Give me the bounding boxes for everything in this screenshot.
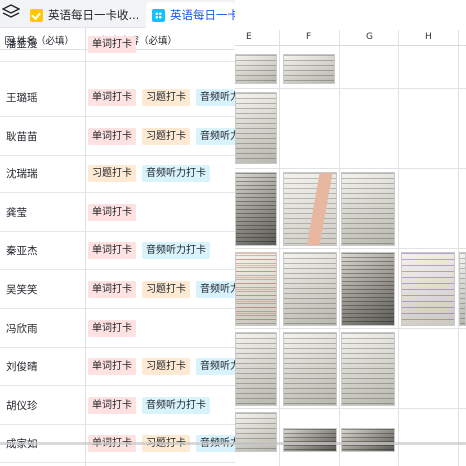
checkin-tag: 单词打卡 xyxy=(88,320,136,337)
table-row[interactable]: 刘俊晴 单词打卡习题打卡音频听力打卡 xyxy=(0,348,235,386)
checkin-tag: 单词打卡 xyxy=(88,36,136,53)
checkin-tag: 单词打卡 xyxy=(88,242,136,259)
checkin-tag: 音频听力打卡 xyxy=(142,242,210,259)
checkin-tag: 单词打卡 xyxy=(88,128,136,145)
checkin-tags-cell[interactable]: 单词打卡 xyxy=(88,36,142,53)
checkin-tag: 单词打卡 xyxy=(88,204,136,221)
checkin-photo[interactable] xyxy=(283,332,337,406)
checkin-photo[interactable] xyxy=(341,252,395,326)
name-cell[interactable]: 龚莹 xyxy=(6,205,27,220)
column-letter[interactable]: G xyxy=(366,32,373,42)
checkin-photo[interactable] xyxy=(235,172,277,246)
checkin-photo[interactable] xyxy=(341,172,395,246)
checkin-tags-cell[interactable]: 单词打卡 xyxy=(88,320,142,337)
column-letter[interactable]: F xyxy=(306,32,311,42)
checkin-tag: 习题打卡 xyxy=(88,165,136,182)
checkin-photo[interactable] xyxy=(459,252,466,326)
checkin-tags-cell[interactable]: 单词打卡习题打卡音频听力打卡 xyxy=(88,128,235,145)
tab-daily-checkin[interactable]: 英语每日一卡 xyxy=(146,2,235,28)
checkin-tags-cell[interactable]: 单词打卡 xyxy=(88,204,142,221)
grid-line xyxy=(235,168,466,169)
screen: 英语每日一卡收... 英语每日一卡 A 姓名（必填） 打卡内容（必填） 潘金漫单… xyxy=(0,0,466,466)
checkbox-icon xyxy=(30,8,43,22)
checkin-photo[interactable] xyxy=(283,54,335,84)
table-row[interactable]: 王璐瑶 单词打卡习题打卡音频听力打卡 xyxy=(0,79,235,117)
checkin-photo[interactable] xyxy=(235,412,277,452)
checkin-tag: 单词打卡 xyxy=(88,358,136,375)
checkin-tag: 音频听力打卡 xyxy=(142,397,210,414)
checkin-tags-cell[interactable]: 单词打卡习题打卡音频听力打卡 xyxy=(88,281,235,298)
checkin-tag: 习题打卡 xyxy=(142,358,190,375)
checkin-tag: 习题打卡 xyxy=(142,128,190,145)
grid-line xyxy=(235,88,466,89)
column-letter[interactable]: E xyxy=(246,32,252,42)
column-letter[interactable]: H xyxy=(425,32,432,42)
checkin-tag: 音频听力打卡 xyxy=(196,89,235,106)
tab-label: 英语每日一卡 xyxy=(170,8,235,22)
checkin-tag: 单词打卡 xyxy=(88,281,136,298)
checkin-tag: 单词打卡 xyxy=(88,89,136,106)
base-table-pane: 英语每日一卡收... 英语每日一卡 A 姓名（必填） 打卡内容（必填） 潘金漫单… xyxy=(0,0,235,466)
checkin-tag: 习题打卡 xyxy=(142,89,190,106)
checkin-photo[interactable] xyxy=(283,252,337,326)
name-cell[interactable]: 冯欣雨 xyxy=(6,321,38,336)
checkin-tag: 音频听力打卡 xyxy=(142,165,210,182)
checkin-photo[interactable] xyxy=(341,428,395,452)
checkin-tags-cell[interactable]: 习题打卡 音频听力打卡 xyxy=(88,165,216,182)
horizontal-scrollbar[interactable] xyxy=(0,442,466,445)
name-cell[interactable]: 胡仪珍 xyxy=(6,398,38,413)
checkin-photo[interactable] xyxy=(401,252,455,326)
name-cell[interactable]: 刘俊晴 xyxy=(6,359,38,374)
checkin-tags-cell[interactable]: 单词打卡 音频听力打卡 xyxy=(88,242,216,259)
tab-checkin-collection[interactable]: 英语每日一卡收... xyxy=(30,2,138,28)
tab-bar: 英语每日一卡收... 英语每日一卡 xyxy=(0,0,235,28)
table-row[interactable]: 冯欣雨 单词打卡 xyxy=(0,310,235,348)
name-cell[interactable]: 吴笑笑 xyxy=(6,282,38,297)
name-cell[interactable]: 沈瑞瑞 xyxy=(6,166,38,181)
grid-app-icon xyxy=(152,8,165,22)
table-row[interactable]: 龚莹 单词打卡 xyxy=(0,194,235,232)
spreadsheet-pane: E F G H xyxy=(235,30,466,466)
table-row[interactable]: 潘金漫 单词打卡 xyxy=(0,32,235,62)
table-row[interactable]: 沈瑞瑞 习题打卡 音频听力打卡 xyxy=(0,155,235,193)
tab-label: 英语每日一卡收... xyxy=(48,8,138,22)
checkin-tag: 音频听力打卡 xyxy=(196,358,235,375)
table-row[interactable]: 耿苗苗 单词打卡习题打卡音频听力打卡 xyxy=(0,118,235,156)
checkin-photo[interactable] xyxy=(283,428,337,452)
name-cell[interactable]: 王璐瑶 xyxy=(6,90,38,105)
checkin-photo[interactable] xyxy=(235,54,277,84)
checkin-tags-cell[interactable]: 单词打卡习题打卡音频听力打卡 xyxy=(88,358,235,375)
layers-icon[interactable] xyxy=(2,3,20,23)
checkin-photo[interactable] xyxy=(235,252,277,326)
grid-line xyxy=(235,248,466,249)
checkin-tag: 音频听力打卡 xyxy=(196,281,235,298)
table-row[interactable]: 胡仪珍 单词打卡 音频听力打卡 xyxy=(0,387,235,425)
checkin-tag: 习题打卡 xyxy=(142,281,190,298)
grid-line xyxy=(235,408,466,409)
checkin-photo[interactable] xyxy=(235,92,277,164)
checkin-photo[interactable] xyxy=(341,332,395,406)
name-cell[interactable]: 耿苗苗 xyxy=(6,129,38,144)
name-cell[interactable]: 潘金漫 xyxy=(6,36,38,51)
checkin-tag: 单词打卡 xyxy=(88,397,136,414)
checkin-tag: 音频听力打卡 xyxy=(196,128,235,145)
name-cell[interactable]: 秦亚杰 xyxy=(6,243,38,258)
checkin-photo[interactable] xyxy=(283,172,337,246)
checkin-tags-cell[interactable]: 单词打卡习题打卡音频听力打卡 xyxy=(88,89,235,106)
grid-line xyxy=(235,328,466,329)
table-row[interactable]: 吴笑笑 单词打卡习题打卡音频听力打卡 xyxy=(0,271,235,309)
checkin-photo[interactable] xyxy=(235,332,277,406)
checkin-tags-cell[interactable]: 单词打卡 音频听力打卡 xyxy=(88,397,216,414)
table-row[interactable]: 秦亚杰 单词打卡 音频听力打卡 xyxy=(0,232,235,270)
sheet-column-header: E F G H xyxy=(235,30,466,46)
